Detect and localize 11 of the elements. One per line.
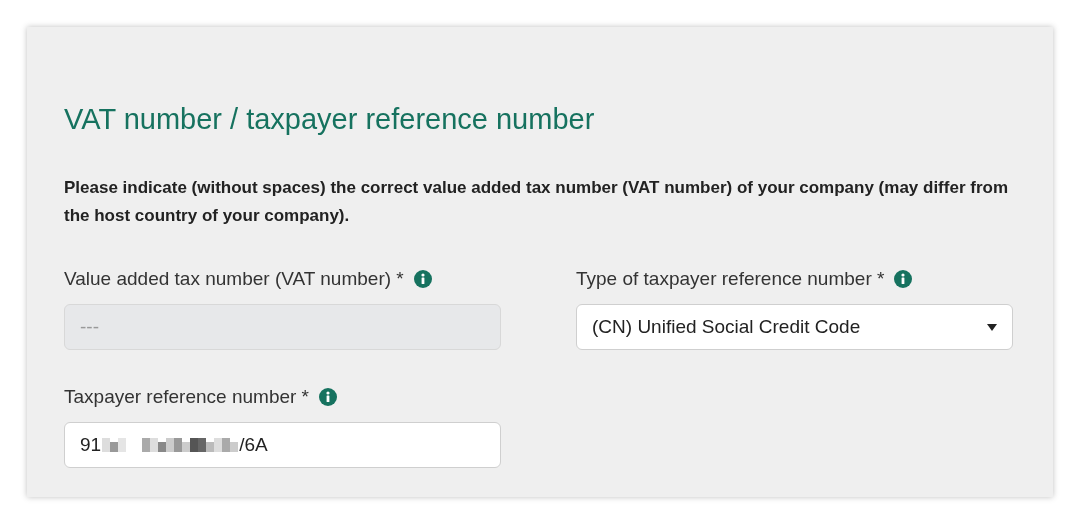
instructions-text: Please indicate (without spaces) the correct value added tax number (VAT number) of your company (may differ from the host country of your company).	[64, 177, 1009, 227]
section-title: VAT number / taxpayer reference number	[64, 103, 596, 136]
reference-type-dropdown[interactable]: (CN) Unified Social Credit Code	[576, 304, 1013, 350]
field-label: Taxpayer reference number *	[64, 386, 309, 408]
caret-icon	[987, 323, 997, 331]
info-icon[interactable]	[894, 270, 913, 288]
field-label: Value added tax number (VAT number) *	[64, 268, 404, 290]
info-icon[interactable]	[319, 388, 337, 406]
info-icon[interactable]	[413, 270, 432, 288]
reference-number-field[interactable]: 91 /6A	[64, 422, 501, 468]
field-label: Type of taxpayer reference number *	[576, 268, 885, 290]
